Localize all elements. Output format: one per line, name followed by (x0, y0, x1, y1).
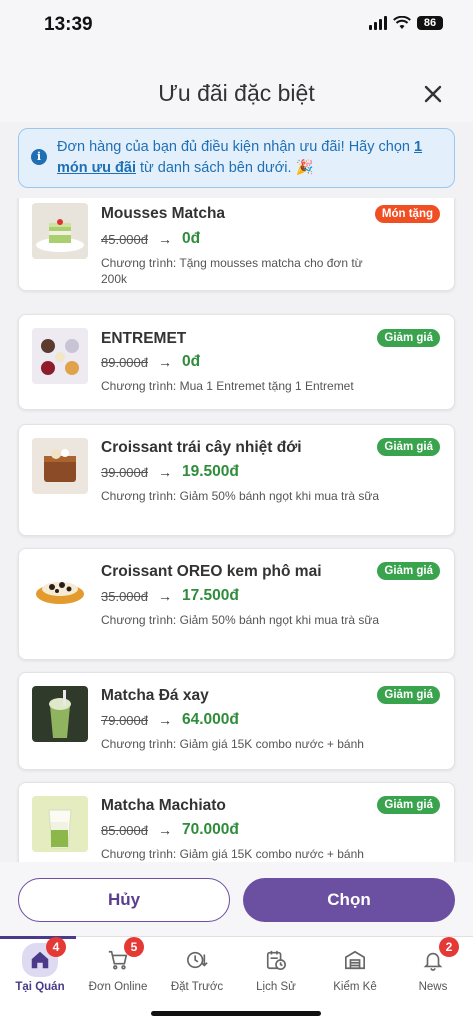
notice-text-before: Đơn hàng của bạn đủ điều kiện nhận ưu đã… (57, 139, 414, 155)
notice-text-after: từ danh sách bên dưới. 🎉 (135, 160, 314, 176)
offer-card-croissant-oreo[interactable]: Croissant OREO kem phô mai Giảm giá 35.0… (18, 548, 455, 660)
new-price: 0đ (182, 353, 201, 370)
tab-label: Kiểm Kê (333, 981, 377, 993)
item-name: Matcha Đá xay (101, 687, 209, 704)
price-row: 85.000đ → 70.000đ (101, 821, 239, 839)
old-price: 45.000đ (101, 231, 148, 247)
offer-card-mousses-matcha[interactable]: Mousses Matcha Món tặng 45.000đ → 0đ Chư… (18, 198, 455, 291)
header: Ưu đãi đặc biệt (0, 52, 473, 122)
tab-news[interactable]: 2 News (395, 937, 471, 999)
arrow-right-icon: → (158, 822, 172, 838)
offer-card-matcha-da-xay[interactable]: Matcha Đá xay Giảm giá 79.000đ → 64.000đ… (18, 672, 455, 770)
home-indicator (151, 1011, 321, 1016)
signal-icon (369, 16, 387, 30)
status-bar: 13:39 86 (0, 0, 473, 52)
new-price: 64.000đ (182, 711, 239, 728)
sale-badge: Giảm giá (377, 686, 440, 704)
program-text: Chương trình: Giảm giá 15K combo nước + … (101, 847, 364, 861)
tab-badge: 2 (439, 937, 459, 957)
offer-card-entremet[interactable]: ENTREMET Giảm giá 89.000đ → 0đ Chương tr… (18, 314, 455, 410)
tab-label: Lịch Sử (256, 981, 296, 993)
item-name: ENTREMET (101, 330, 187, 347)
item-name: Croissant trái cây nhiệt đới (101, 439, 302, 456)
product-image (32, 328, 88, 384)
arrow-right-icon: → (158, 354, 172, 370)
new-price: 17.500đ (182, 587, 239, 604)
product-image (32, 438, 88, 494)
item-name: Mousses Matcha (101, 205, 226, 222)
tab-dat-truoc[interactable]: Đặt Trước (159, 943, 235, 999)
program-text: Chương trình: Giảm 50% bánh ngọt khi mua… (101, 489, 380, 503)
action-bar: Hủy Chọn (0, 862, 473, 936)
old-price: 35.000đ (101, 588, 148, 604)
program-text: Chương trình: Giảm 50% bánh ngọt khi mua… (101, 613, 380, 627)
gift-badge: Món tặng (374, 205, 440, 223)
arrow-right-icon: → (158, 712, 172, 728)
sale-badge: Giảm giá (377, 796, 440, 814)
new-price: 70.000đ (182, 821, 239, 838)
sale-badge: Giảm giá (377, 562, 440, 580)
price-row: 79.000đ → 64.000đ (101, 711, 239, 729)
arrow-right-icon: → (158, 588, 172, 604)
program-text: Chương trình: Tặng mousses matcha cho đơ… (101, 256, 363, 286)
page-title: Ưu đãi đặc biệt (158, 80, 315, 106)
choose-button[interactable]: Chọn (243, 878, 455, 922)
tab-badge: 5 (124, 937, 144, 957)
tab-tai-quan[interactable]: 4 Tại Quán (2, 937, 78, 999)
old-price: 89.000đ (101, 354, 148, 370)
tab-label: Đơn Online (88, 981, 148, 993)
arrow-right-icon: → (158, 464, 172, 480)
product-image (32, 203, 88, 259)
old-price: 39.000đ (101, 464, 148, 480)
tab-don-online[interactable]: 5 Đơn Online (80, 937, 156, 999)
tab-label: Đặt Trước (170, 981, 224, 993)
clock-down-icon (187, 951, 208, 969)
status-time: 13:39 (44, 14, 93, 35)
program-text: Chương trình: Giảm giá 15K combo nước + … (101, 737, 364, 751)
price-row: 89.000đ → 0đ (101, 353, 200, 371)
product-image (32, 562, 88, 618)
price-row: 39.000đ → 19.500đ (101, 463, 239, 481)
old-price: 85.000đ (101, 822, 148, 838)
tab-badge: 4 (46, 937, 66, 957)
info-icon: i (31, 149, 47, 165)
new-price: 19.500đ (182, 463, 239, 480)
offer-card-croissant-tropical[interactable]: Croissant trái cây nhiệt đới Giảm giá 39… (18, 424, 455, 536)
tab-kiem-ke[interactable]: Kiểm Kê (317, 943, 393, 999)
offer-list[interactable]: Mousses Matcha Món tặng 45.000đ → 0đ Chư… (0, 198, 473, 862)
price-row: 35.000đ → 17.500đ (101, 587, 239, 605)
tab-label: Tại Quán (15, 981, 65, 993)
battery-indicator: 86 (417, 16, 443, 30)
eligibility-notice: i Đơn hàng của bạn đủ điều kiện nhận ưu … (18, 128, 455, 188)
item-name: Matcha Machiato (101, 797, 226, 814)
wifi-icon (393, 16, 411, 29)
product-image (32, 796, 88, 852)
bottom-tab-bar: 4 Tại Quán 5 Đơn Online Đặt Trước Lịch S… (0, 936, 473, 1024)
tab-label: News (418, 981, 448, 993)
tab-lich-su[interactable]: Lịch Sử (238, 943, 314, 999)
active-tab-indicator (0, 936, 76, 939)
sale-badge: Giảm giá (377, 438, 440, 456)
status-icons: 86 (369, 16, 443, 30)
program-text: Chương trình: Mua 1 Entremet tặng 1 Entr… (101, 379, 354, 393)
cancel-button[interactable]: Hủy (18, 878, 230, 922)
history-icon (266, 950, 286, 970)
close-icon[interactable] (421, 82, 445, 106)
price-row: 45.000đ → 0đ (101, 230, 200, 248)
sale-badge: Giảm giá (377, 329, 440, 347)
item-name: Croissant OREO kem phô mai (101, 563, 322, 580)
product-image (32, 686, 88, 742)
old-price: 79.000đ (101, 712, 148, 728)
new-price: 0đ (182, 230, 201, 247)
warehouse-icon (345, 950, 365, 970)
arrow-right-icon: → (158, 231, 172, 247)
offer-card-matcha-machiato[interactable]: Matcha Machiato Giảm giá 85.000đ → 70.00… (18, 782, 455, 862)
